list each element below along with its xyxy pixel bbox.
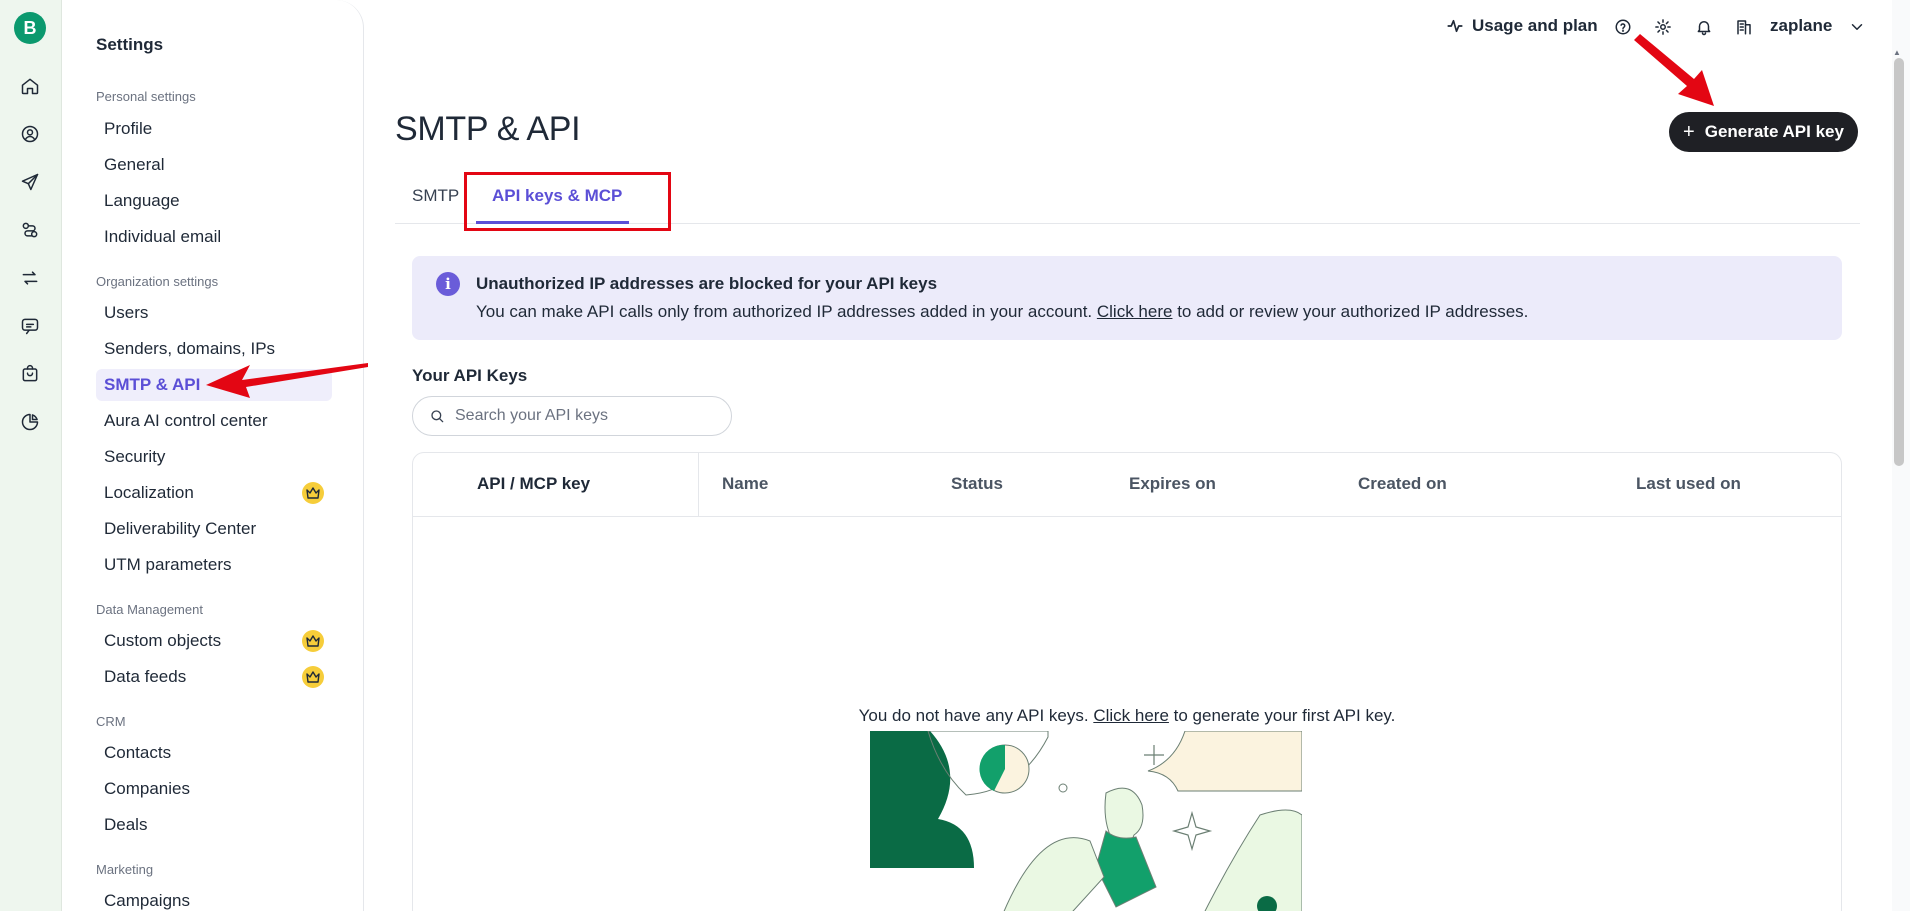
sidebar-item-security[interactable]: Security: [96, 441, 332, 473]
sidebar-item-label: Localization: [104, 483, 194, 502]
sidebar-item-deals[interactable]: Deals: [96, 809, 332, 841]
help-icon[interactable]: [1612, 16, 1634, 38]
sidebar-item-smtp-api[interactable]: SMTP & API: [96, 369, 332, 401]
authorized-ip-link[interactable]: Click here: [1097, 302, 1173, 321]
banner-text: You can make API calls only from authori…: [476, 302, 1528, 322]
bell-icon[interactable]: [1693, 16, 1715, 38]
sidebar-title: Settings: [96, 35, 164, 54]
usage-and-plan-link[interactable]: Usage and plan: [1446, 16, 1598, 36]
generate-api-key-button[interactable]: + Generate API key: [1669, 112, 1858, 152]
group-personal-settings: Personal settings: [96, 89, 196, 104]
sidebar-item-data-feeds[interactable]: Data feeds: [96, 661, 332, 693]
column-header-created-on[interactable]: Created on: [1358, 474, 1447, 494]
home-icon[interactable]: [17, 73, 43, 99]
empty-state-illustration: [870, 731, 1302, 911]
shop-icon[interactable]: [17, 361, 43, 387]
table-header: API / MCP key Name Status Expires on Cre…: [413, 453, 1841, 517]
premium-crown-icon: [302, 666, 324, 688]
chat-icon[interactable]: [17, 313, 43, 339]
column-header-last-used-on[interactable]: Last used on: [1636, 474, 1741, 494]
search-icon: [431, 410, 444, 423]
sidebar-item-localization[interactable]: Localization: [96, 477, 332, 509]
settings-sidebar: Settings Personal settings Profile Gener…: [62, 0, 364, 911]
annotation-highlight-box: [464, 172, 671, 231]
transfer-icon[interactable]: [17, 265, 43, 291]
gear-icon[interactable]: [1652, 16, 1674, 38]
sidebar-item-language[interactable]: Language: [96, 185, 332, 217]
usage-label: Usage and plan: [1472, 16, 1598, 35]
sidebar-item-individual-email[interactable]: Individual email: [96, 221, 332, 253]
column-header-status[interactable]: Status: [951, 474, 1003, 494]
sidebar-item-profile[interactable]: Profile: [96, 113, 332, 145]
reports-icon[interactable]: [17, 409, 43, 435]
column-header-expires-on[interactable]: Expires on: [1129, 474, 1216, 494]
premium-crown-icon: [302, 482, 324, 504]
sidebar-item-campaigns[interactable]: Campaigns: [96, 885, 332, 911]
scroll-up-arrow-icon[interactable]: ▲: [1893, 48, 1901, 57]
sidebar-item-custom-objects[interactable]: Custom objects: [96, 625, 332, 657]
column-header-api-mcp-key[interactable]: API / MCP key: [477, 474, 590, 494]
column-divider: [698, 453, 699, 517]
brevo-logo[interactable]: B: [14, 12, 46, 44]
banner-text-before: You can make API calls only from authori…: [476, 302, 1097, 321]
banner-title: Unauthorized IP addresses are blocked fo…: [476, 274, 938, 293]
sidebar-item-label: Data feeds: [104, 667, 187, 686]
your-api-keys-heading: Your API Keys: [412, 366, 528, 385]
premium-crown-icon: [302, 630, 324, 652]
sidebar-item-deliverability[interactable]: Deliverability Center: [96, 513, 332, 545]
generate-api-key-label: Generate API key: [1704, 122, 1844, 141]
sidebar-item-utm[interactable]: UTM parameters: [96, 549, 332, 581]
sidebar-item-aura[interactable]: Aura AI control center: [96, 405, 332, 437]
group-crm: CRM: [96, 714, 126, 729]
sidebar-item-general[interactable]: General: [96, 149, 332, 181]
sidebar-item-users[interactable]: Users: [96, 297, 332, 329]
organization-switcher[interactable]: zaplane: [1770, 16, 1832, 36]
chevron-down-icon[interactable]: [1846, 16, 1868, 38]
plus-icon: +: [1683, 120, 1695, 143]
info-icon: i: [436, 272, 460, 296]
activity-icon: [1447, 19, 1463, 33]
empty-text-after: to generate your first API key.: [1168, 706, 1396, 725]
empty-state-message: You do not have any API keys. Click here…: [413, 706, 1841, 726]
sidebar-item-contacts[interactable]: Contacts: [96, 737, 332, 769]
sidebar-item-companies[interactable]: Companies: [96, 773, 332, 805]
generate-first-key-link[interactable]: Click here: [1093, 706, 1169, 725]
tab-smtp[interactable]: SMTP: [412, 186, 459, 206]
org-name: zaplane: [1770, 16, 1833, 35]
sidebar-item-senders[interactable]: Senders, domains, IPs: [96, 333, 332, 365]
api-keys-table: API / MCP key Name Status Expires on Cre…: [412, 452, 1842, 911]
search-input[interactable]: [455, 407, 715, 425]
column-header-name[interactable]: Name: [722, 474, 768, 494]
organization-icon: [1733, 16, 1755, 38]
api-key-search[interactable]: [412, 396, 732, 436]
sidebar-item-label: Custom objects: [104, 631, 222, 650]
app-rail: B: [0, 0, 62, 911]
group-organization-settings: Organization settings: [96, 274, 219, 289]
scrollbar-thumb[interactable]: [1894, 58, 1904, 466]
empty-text-before: You do not have any API keys.: [858, 706, 1094, 725]
ip-restriction-banner: i Unauthorized IP addresses are blocked …: [412, 256, 1842, 340]
banner-text-after: to add or review your authorized IP addr…: [1172, 302, 1529, 321]
contacts-icon[interactable]: [17, 121, 43, 147]
send-icon[interactable]: [17, 169, 43, 195]
arrow-to-generate-key: [1634, 34, 1714, 106]
page-title: SMTP & API: [395, 110, 581, 148]
group-data-management: Data Management: [96, 602, 203, 617]
group-marketing: Marketing: [96, 862, 154, 877]
automation-icon[interactable]: [17, 217, 43, 243]
